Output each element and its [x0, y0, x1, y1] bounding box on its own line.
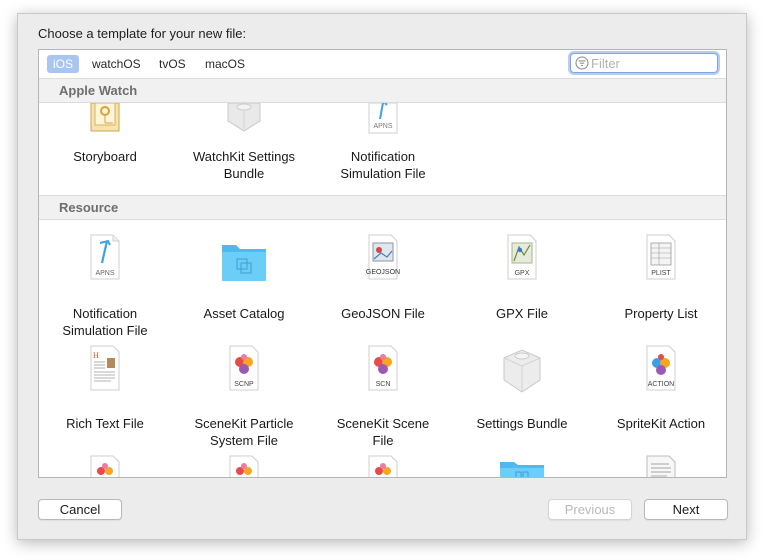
dialog-title: Choose a template for your new file:	[38, 26, 247, 41]
template-item-geojson-file[interactable]: GEOJSON GeoJSON File	[318, 233, 448, 333]
document-file-icon	[646, 455, 676, 477]
template-item-label: SceneKit Scene File	[336, 416, 430, 448]
apns-badge: APNS	[373, 123, 393, 130]
filter-field[interactable]	[570, 53, 718, 73]
template-item-label: Property List	[624, 306, 698, 321]
template-item-scenekit-scene-file[interactable]: SCN SceneKit Scene File	[318, 344, 448, 448]
apns-file-icon	[368, 103, 398, 134]
template-item-notification-simulation-file-watch[interactable]: APNS Notification Simulation File	[318, 103, 448, 195]
scnp-badge: SCNP	[234, 381, 254, 388]
plist-badge: PLIST	[651, 270, 671, 277]
storyboard-icon	[90, 103, 120, 132]
template-item-storyboard[interactable]: Storyboard	[40, 103, 170, 195]
platform-tab-bar: iOS watchOS tvOS macOS	[39, 50, 726, 79]
tab-tvos[interactable]: tvOS	[153, 55, 192, 73]
section-title-resource: Resource	[59, 200, 119, 215]
template-item-label: Notification Simulation File	[340, 149, 426, 181]
template-panel: iOS watchOS tvOS macOS Apple Watch	[38, 49, 727, 478]
folder-icon	[222, 245, 266, 281]
template-item-label: SpriteKit Action	[616, 416, 706, 431]
template-item-rich-text-file[interactable]: H Rich Text File	[40, 344, 170, 444]
settings-bundle-icon	[227, 103, 261, 132]
template-item-label: Rich Text File	[66, 416, 144, 431]
scn-badge: SCN	[375, 381, 391, 388]
folder-icon	[500, 462, 544, 477]
template-item-label: GPX File	[495, 306, 548, 321]
section-header-resource: Resource	[39, 195, 726, 220]
template-item-label: Asset Catalog	[203, 306, 285, 321]
apns-badge: APNS	[95, 270, 115, 277]
gpx-badge: GPX	[514, 270, 530, 277]
template-item-label: Notification Simulation File	[62, 306, 148, 338]
cancel-button[interactable]: Cancel	[38, 499, 122, 520]
tab-ios[interactable]: iOS	[47, 55, 80, 73]
template-item-label: WatchKit Settings Bundle	[192, 149, 296, 181]
spritekit-file-icon	[90, 455, 120, 477]
template-item-asset-catalog[interactable]: Asset Catalog	[179, 233, 309, 333]
template-item-property-list[interactable]: PLIST Property List	[596, 233, 726, 333]
action-badge: ACTION	[647, 381, 675, 388]
template-item-gpx-file[interactable]: GPX GPX File	[457, 233, 587, 333]
template-item-scenekit-particle-system-file[interactable]: SCNP SceneKit Particle System File	[179, 344, 309, 448]
template-item-label: Settings Bundle	[476, 416, 568, 431]
previous-button[interactable]: Previous	[548, 499, 632, 520]
section-title-apple-watch: Apple Watch	[59, 83, 138, 98]
template-item-settings-bundle[interactable]: Settings Bundle	[457, 344, 587, 444]
filter-icon	[575, 56, 589, 70]
tab-macos[interactable]: macOS	[199, 55, 251, 73]
template-item-spritekit-action[interactable]: ACTION SpriteKit Action	[596, 344, 726, 444]
next-button[interactable]: Next	[644, 499, 728, 520]
template-item-label: SceneKit Particle System File	[194, 416, 294, 448]
settings-bundle-icon	[503, 349, 541, 393]
template-item-watchkit-settings-bundle[interactable]: WatchKit Settings Bundle	[179, 103, 309, 195]
rich-text-file-icon: H	[90, 345, 120, 391]
svg-text:H: H	[93, 351, 99, 360]
template-item-label: Storyboard	[73, 149, 137, 164]
section-header-apple-watch: Apple Watch	[39, 78, 726, 103]
spritekit-file-icon	[229, 455, 259, 477]
template-item-notification-simulation-file[interactable]: APNS Notification Simulation File	[40, 233, 170, 338]
new-file-sheet: Choose a template for your new file: iOS…	[17, 13, 747, 540]
template-item-label: GeoJSON File	[341, 306, 425, 321]
tab-watchos[interactable]: watchOS	[86, 55, 147, 73]
spritekit-file-icon	[368, 455, 398, 477]
filter-input[interactable]	[591, 55, 711, 71]
geojson-badge: GEOJSON	[365, 269, 401, 276]
